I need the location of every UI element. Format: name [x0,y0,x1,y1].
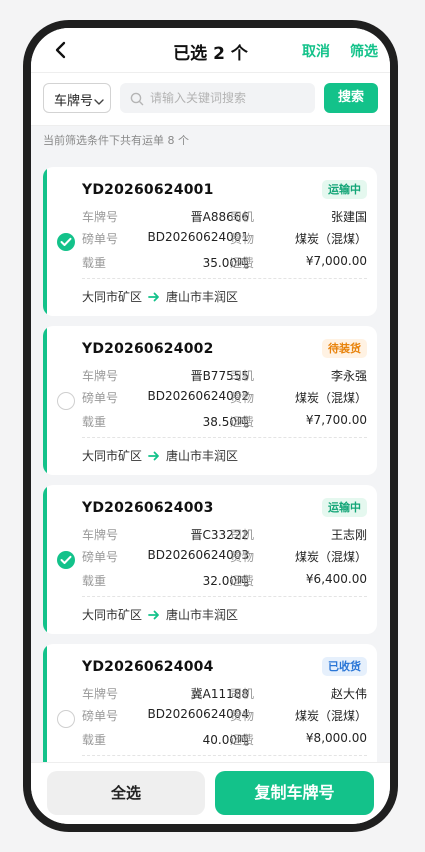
card-accent-bar [43,485,47,634]
goods-value: 煤炭（混煤） [294,550,367,564]
filter-button[interactable]: 筛选 [350,41,378,61]
route-origin: 大同市矿区 [82,449,143,463]
copy-plates-button[interactable]: 复制车牌号 [215,771,374,815]
chevron-down-icon [94,95,104,110]
freight-label: 运费 [230,256,255,270]
checkmark-icon [60,237,72,246]
search-button[interactable]: 搜索 [324,83,378,113]
driver-value: 李永强 [330,369,367,383]
search-icon [130,91,144,110]
route-destination: 唐山市丰润区 [166,608,239,622]
status-badge: 运输中 [322,498,367,517]
route: 大同市矿区 唐山市丰润区 [82,288,238,306]
driver-label: 司机 [230,369,255,383]
driver-value: 王志刚 [330,528,367,542]
select-checkbox[interactable] [57,710,75,728]
driver-value: 张建国 [330,210,367,224]
select-checkbox[interactable] [57,551,75,569]
card-divider [82,437,367,438]
order-number: YD20260624001 [82,182,214,198]
goods-label: 货物 [230,550,255,564]
freight-value: ¥7,000.00 [305,254,367,268]
card-divider [82,596,367,597]
route-origin: 大同市矿区 [82,608,143,622]
status-badge: 运输中 [322,180,367,199]
order-number: YD20260624002 [82,341,214,357]
card-accent-bar [43,167,47,316]
goods-value: 煤炭（混煤） [294,232,367,246]
bottom-action-bar: 全选 复制车牌号 [31,762,390,824]
page-title: 已选 2 个 [173,44,248,64]
ticket-label: 磅单号 [82,709,119,723]
route-origin: 大同市矿区 [82,290,143,304]
status-badge: 待装货 [322,339,367,358]
select-all-button[interactable]: 全选 [47,771,205,815]
goods-label: 货物 [230,391,255,405]
device-frame: 已选 2 个 取消 筛选 车牌号 搜索 当前筛选条件下共有运单 8 个 YD [23,20,398,832]
card-accent-bar [43,326,47,475]
freight-value: ¥8,000.00 [305,731,367,745]
ticket-label: 磅单号 [82,391,119,405]
order-number: YD20260624004 [82,659,214,675]
freight-label: 运费 [230,574,255,588]
route: 大同市矿区 唐山市丰润区 [82,447,238,465]
order-card[interactable]: YD20260624002 待装货 车牌号 晋B77555 司机 李永强 磅单号… [43,326,377,475]
cancel-button[interactable]: 取消 [302,41,330,61]
arrow-right-icon [148,609,160,624]
goods-label: 货物 [230,232,255,246]
ticket-label: 磅单号 [82,550,119,564]
route-destination: 唐山市丰润区 [166,290,239,304]
search-box [120,83,315,113]
weight-label: 载重 [82,256,107,270]
card-divider [82,755,367,756]
driver-label: 司机 [230,528,255,542]
search-bar: 车牌号 搜索 [31,72,390,126]
driver-value: 赵大伟 [330,687,367,701]
order-number: YD20260624003 [82,500,214,516]
search-field-value: 车牌号 [54,94,94,109]
card-divider [82,278,367,279]
route: 大同市矿区 唐山市丰润区 [82,606,238,624]
nav-header: 已选 2 个 取消 筛选 [31,28,390,72]
ticket-label: 磅单号 [82,232,119,246]
status-badge: 已收货 [322,657,367,676]
weight-label: 载重 [82,415,107,429]
search-field-select[interactable]: 车牌号 [43,83,111,113]
plate-label: 车牌号 [82,210,119,224]
weight-label: 载重 [82,733,107,747]
search-input[interactable] [150,83,310,113]
arrow-right-icon [148,291,160,306]
plate-label: 车牌号 [82,369,119,383]
weight-label: 载重 [82,574,107,588]
goods-value: 煤炭（混煤） [294,709,367,723]
goods-value: 煤炭（混煤） [294,391,367,405]
goods-label: 货物 [230,709,255,723]
order-card[interactable]: YD20260624003 运输中 车牌号 晋C33222 司机 王志刚 磅单号… [43,485,377,634]
select-checkbox[interactable] [57,392,75,410]
freight-value: ¥6,400.00 [305,572,367,586]
freight-label: 运费 [230,415,255,429]
freight-value: ¥7,700.00 [305,413,367,427]
freight-label: 运费 [230,733,255,747]
screen: 已选 2 个 取消 筛选 车牌号 搜索 当前筛选条件下共有运单 8 个 YD [31,28,390,824]
route-destination: 唐山市丰润区 [166,449,239,463]
checkmark-icon [60,555,72,564]
driver-label: 司机 [230,210,255,224]
arrow-right-icon [148,450,160,465]
select-checkbox[interactable] [57,233,75,251]
driver-label: 司机 [230,687,255,701]
order-card[interactable]: YD20260624001 运输中 车牌号 晋A88666 司机 张建国 磅单号… [43,167,377,316]
result-summary: 当前筛选条件下共有运单 8 个 [43,134,189,147]
plate-label: 车牌号 [82,687,119,701]
plate-label: 车牌号 [82,528,119,542]
